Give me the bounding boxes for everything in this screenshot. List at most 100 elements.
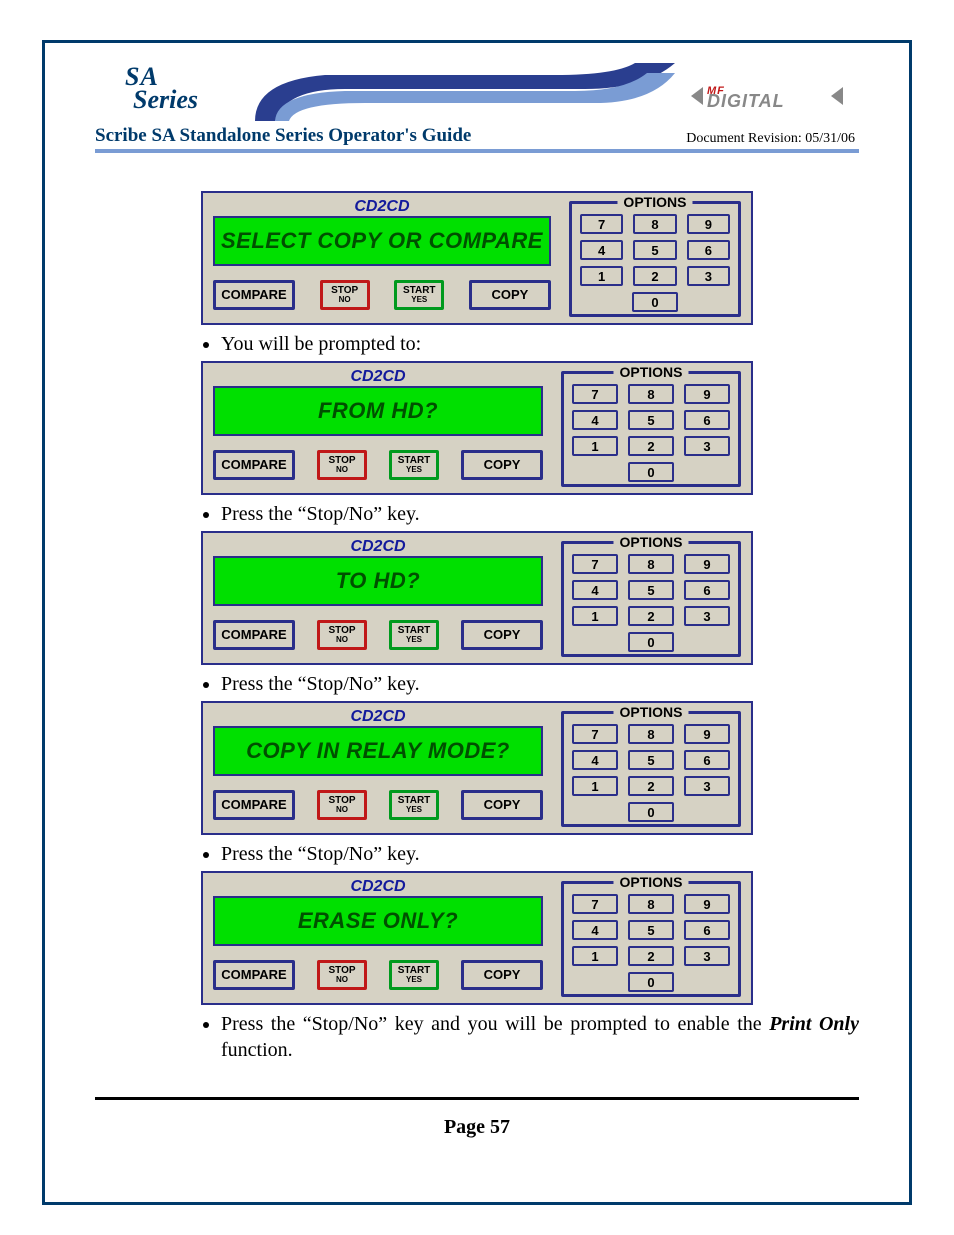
- lcd-screen: SELECT COPY OR COMPARE: [213, 216, 551, 266]
- device-brand: CD2CD: [213, 369, 543, 385]
- swoosh-graphic: [255, 63, 675, 121]
- keypad-3[interactable]: 3: [684, 776, 730, 796]
- keypad-0[interactable]: 0: [628, 462, 674, 482]
- copy-button[interactable]: COPY: [461, 960, 543, 990]
- keypad-5[interactable]: 5: [633, 240, 676, 260]
- keypad-9[interactable]: 9: [684, 384, 730, 404]
- keypad-4[interactable]: 4: [572, 410, 618, 430]
- panel-wrap: CD2CDERASE ONLY?COMPARESTOPNOSTARTYESCOP…: [95, 871, 859, 1005]
- doc-title: Scribe SA Standalone Series Operator's G…: [95, 125, 471, 147]
- page-number: Page 57: [95, 1116, 859, 1139]
- keypad-2[interactable]: 2: [628, 776, 674, 796]
- keypad-grid: 789 456 123: [580, 214, 730, 286]
- options-label: OPTIONS: [613, 364, 688, 380]
- copy-button[interactable]: COPY: [469, 280, 551, 310]
- keypad-6[interactable]: 6: [684, 410, 730, 430]
- keypad-8[interactable]: 8: [633, 214, 676, 234]
- start-yes-button-sublabel: YES: [406, 806, 422, 814]
- footer-rule: [95, 1097, 859, 1100]
- keypad-6[interactable]: 6: [684, 580, 730, 600]
- keypad-0[interactable]: 0: [628, 972, 674, 992]
- compare-button-label: COMPARE: [221, 799, 286, 811]
- keypad-5[interactable]: 5: [628, 920, 674, 940]
- keypad-7[interactable]: 7: [572, 724, 618, 744]
- keypad-1[interactable]: 1: [580, 266, 623, 286]
- keypad-2[interactable]: 2: [628, 436, 674, 456]
- keypad-0[interactable]: 0: [628, 802, 674, 822]
- stop-no-button[interactable]: STOPNO: [317, 960, 367, 990]
- keypad-8[interactable]: 8: [628, 384, 674, 404]
- compare-button[interactable]: COMPARE: [213, 960, 295, 990]
- keypad-2[interactable]: 2: [628, 946, 674, 966]
- keypad-zero-row: 0: [572, 462, 730, 482]
- keypad-3[interactable]: 3: [684, 436, 730, 456]
- keypad-1[interactable]: 1: [572, 776, 618, 796]
- keypad-8[interactable]: 8: [628, 894, 674, 914]
- keypad-1[interactable]: 1: [572, 436, 618, 456]
- keypad-4[interactable]: 4: [572, 920, 618, 940]
- stop-no-button[interactable]: STOPNO: [317, 450, 367, 480]
- keypad-3[interactable]: 3: [684, 946, 730, 966]
- keypad-5[interactable]: 5: [628, 410, 674, 430]
- svg-text:DIGITAL: DIGITAL: [707, 91, 785, 111]
- keypad-7[interactable]: 7: [572, 894, 618, 914]
- device-left: CD2CDTO HD?COMPARESTOPNOSTARTYESCOPY: [213, 539, 543, 657]
- keypad-4[interactable]: 4: [580, 240, 623, 260]
- keypad-7[interactable]: 7: [580, 214, 623, 234]
- keypad-9[interactable]: 9: [687, 214, 730, 234]
- keypad-9[interactable]: 9: [684, 894, 730, 914]
- keypad-6[interactable]: 6: [687, 240, 730, 260]
- keypad-4[interactable]: 4: [572, 750, 618, 770]
- keypad-1[interactable]: 1: [572, 946, 618, 966]
- keypad-0[interactable]: 0: [632, 292, 678, 312]
- start-yes-button[interactable]: STARTYES: [389, 620, 439, 650]
- compare-button[interactable]: COMPARE: [213, 280, 295, 310]
- start-yes-button[interactable]: STARTYES: [389, 790, 439, 820]
- device-panel: CD2CDSELECT COPY OR COMPARECOMPARESTOPNO…: [201, 191, 753, 325]
- step-text: Press the “Stop/No” key.: [221, 671, 859, 697]
- button-row: COMPARE STOPNO STARTYES COPY: [213, 790, 543, 820]
- options-group: OPTIONS7894561230: [561, 541, 741, 657]
- button-row: COMPARE STOPNO STARTYES COPY: [213, 280, 551, 310]
- copy-button[interactable]: COPY: [461, 620, 543, 650]
- keypad-5[interactable]: 5: [628, 750, 674, 770]
- mf-digital-logo: MF DIGITAL: [689, 81, 849, 111]
- keypad-7[interactable]: 7: [572, 554, 618, 574]
- keypad-7[interactable]: 7: [572, 384, 618, 404]
- compare-button[interactable]: COMPARE: [213, 620, 295, 650]
- stop-no-button[interactable]: STOPNO: [317, 790, 367, 820]
- copy-button[interactable]: COPY: [461, 450, 543, 480]
- compare-button[interactable]: COMPARE: [213, 790, 295, 820]
- lcd-text: COPY IN RELAY MODE?: [246, 738, 510, 764]
- lcd-text: SELECT COPY OR COMPARE: [221, 228, 543, 254]
- keypad-6[interactable]: 6: [684, 750, 730, 770]
- stop-no-button-sublabel: NO: [336, 466, 348, 474]
- stop-no-button-sublabel: NO: [339, 296, 351, 304]
- start-yes-button-sublabel: YES: [406, 636, 422, 644]
- start-yes-button-sublabel: YES: [406, 466, 422, 474]
- copy-button[interactable]: COPY: [461, 790, 543, 820]
- copy-button-label: COPY: [484, 969, 521, 981]
- keypad-5[interactable]: 5: [628, 580, 674, 600]
- stop-no-button[interactable]: STOPNO: [320, 280, 370, 310]
- keypad-0[interactable]: 0: [628, 632, 674, 652]
- button-row: COMPARE STOPNO STARTYES COPY: [213, 450, 543, 480]
- sa-series-logo: SA Series: [125, 65, 198, 112]
- start-yes-button[interactable]: STARTYES: [394, 280, 444, 310]
- stop-no-button[interactable]: STOPNO: [317, 620, 367, 650]
- keypad-8[interactable]: 8: [628, 554, 674, 574]
- keypad-2[interactable]: 2: [628, 606, 674, 626]
- keypad-6[interactable]: 6: [684, 920, 730, 940]
- lcd-text: FROM HD?: [318, 398, 438, 424]
- keypad-8[interactable]: 8: [628, 724, 674, 744]
- keypad-3[interactable]: 3: [687, 266, 730, 286]
- keypad-9[interactable]: 9: [684, 554, 730, 574]
- start-yes-button[interactable]: STARTYES: [389, 450, 439, 480]
- compare-button[interactable]: COMPARE: [213, 450, 295, 480]
- keypad-3[interactable]: 3: [684, 606, 730, 626]
- start-yes-button[interactable]: STARTYES: [389, 960, 439, 990]
- keypad-2[interactable]: 2: [633, 266, 676, 286]
- keypad-1[interactable]: 1: [572, 606, 618, 626]
- keypad-9[interactable]: 9: [684, 724, 730, 744]
- keypad-4[interactable]: 4: [572, 580, 618, 600]
